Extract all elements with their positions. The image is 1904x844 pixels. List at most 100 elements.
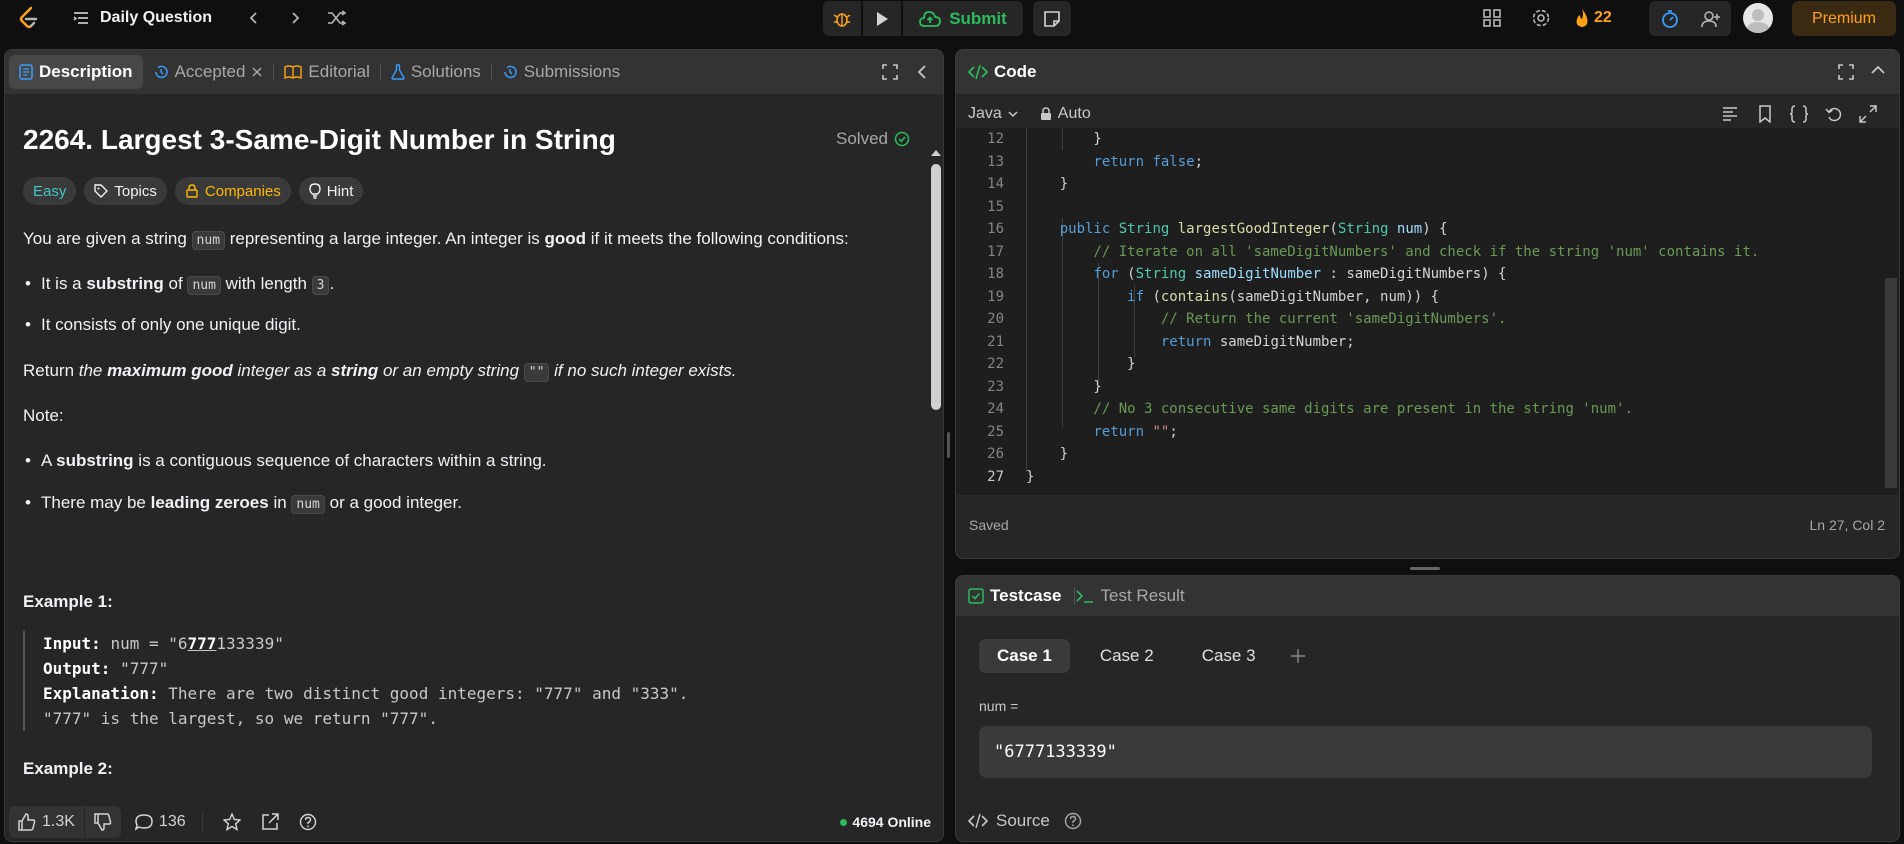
code-text: } (1026, 446, 1069, 462)
example-output: Output: "777" (43, 656, 723, 681)
code-tab[interactable]: Code (968, 62, 1037, 82)
add-case-plus-icon[interactable] (1290, 648, 1306, 664)
saved-status: Saved (969, 517, 1009, 533)
param-input[interactable]: "6777133339" (979, 726, 1872, 778)
next-problem-button[interactable] (283, 6, 307, 30)
daily-question-button[interactable]: Daily Question (72, 7, 212, 29)
reset-undo-icon[interactable] (1825, 105, 1843, 123)
condition-item: It is a substring of num with length 3. (23, 272, 334, 298)
code-header: Code (956, 50, 1899, 94)
fire-icon (1574, 8, 1590, 28)
add-friend-icon[interactable] (1690, 1, 1731, 36)
code-editor[interactable]: 12 } 13 return false; 14 } 15 16 public … (956, 128, 1899, 495)
maximize-icon[interactable] (1837, 63, 1855, 81)
topics-tag[interactable]: Topics (84, 177, 167, 205)
bookmark-icon[interactable] (1757, 105, 1773, 123)
description-scrollbar[interactable] (930, 148, 941, 841)
note-item: A substring is a contiguous sequence of … (23, 449, 547, 473)
layout-grid-icon[interactable] (1480, 6, 1504, 30)
code-text: } (1026, 176, 1069, 192)
help-question-icon[interactable] (299, 813, 317, 831)
chevron-up-icon[interactable] (1869, 63, 1887, 77)
return-text: integer as a (232, 361, 332, 380)
curly-braces-icon[interactable] (1789, 105, 1809, 123)
case-tab-3[interactable]: Case 3 (1184, 639, 1274, 673)
companies-tag[interactable]: Companies (174, 177, 291, 205)
language-label: Java (968, 104, 1002, 122)
line-number: 17 (987, 243, 1004, 260)
play-icon (874, 11, 890, 27)
checkbox-check-icon (968, 588, 984, 604)
code-text: return false; (1093, 153, 1204, 170)
code-text: // Iterate on all 'sameDigitNumbers' and… (1026, 243, 1760, 260)
comments-button[interactable]: 136 (134, 813, 186, 831)
auto-mode-toggle[interactable]: Auto (1040, 105, 1091, 123)
note-text: A (41, 451, 57, 470)
note-item: There may be leading zeroes in num or a … (23, 491, 462, 517)
tab-test-result[interactable]: Test Result (1075, 586, 1185, 606)
like-button[interactable]: 1.3K (9, 806, 84, 838)
input-value: 133339" (216, 634, 284, 653)
run-button[interactable] (863, 1, 901, 36)
code-brackets-icon (968, 813, 988, 829)
vote-group: 1.3K (9, 806, 121, 838)
online-count: 4694 Online (840, 814, 931, 830)
code-text: public String largestGoodInteger(String … (1059, 221, 1448, 237)
case-tabs: Case 1 Case 2 Case 3 (979, 639, 1306, 673)
top-navbar: Daily Question Submit 22 Premium (0, 0, 1904, 36)
hint-tag[interactable]: Hint (298, 177, 364, 205)
inline-code: 3 (311, 276, 330, 295)
return-text: Return (23, 361, 79, 380)
premium-button[interactable]: Premium (1792, 1, 1896, 36)
description-footer: 1.3K 136 4694 Online (5, 802, 943, 841)
line-number: 25 (987, 423, 1004, 440)
testcase-label: Testcase (990, 586, 1062, 605)
code-line: 26 } (956, 443, 1899, 466)
streak-counter[interactable]: 22 (1574, 6, 1612, 30)
auto-label: Auto (1057, 104, 1091, 122)
scrollbar-thumb[interactable] (931, 164, 941, 410)
return-text: or an empty string (378, 361, 524, 380)
code-line: 20 // Return the current 'sameDigitNumbe… (956, 308, 1899, 331)
vertical-resize-handle[interactable] (947, 432, 950, 458)
source-link[interactable]: Source (968, 811, 1082, 831)
case-tab-1[interactable]: Case 1 (979, 639, 1070, 673)
line-number: 13 (987, 153, 1004, 170)
notes-button[interactable] (1033, 1, 1071, 36)
note-text: or a good integer. (324, 493, 462, 512)
format-lines-icon[interactable] (1721, 105, 1739, 123)
bold-term: substring (56, 451, 134, 470)
return-text: if no such integer exists. (549, 361, 737, 380)
like-count: 1.3K (42, 813, 75, 830)
code-text: // Return the current 'sameDigitNumbers'… (1026, 311, 1507, 327)
help-question-icon[interactable] (1064, 812, 1082, 830)
horizontal-resize-handle[interactable] (1410, 567, 1440, 570)
expand-arrows-icon[interactable] (1859, 105, 1877, 123)
submit-button[interactable]: Submit (903, 1, 1023, 36)
check-circle-icon (894, 131, 910, 147)
code-line: 17 // Iterate on all 'sameDigitNumbers' … (956, 241, 1899, 264)
share-external-icon[interactable] (261, 813, 279, 831)
difficulty-badge: Easy (23, 177, 77, 205)
settings-gear-icon[interactable] (1529, 6, 1553, 30)
tab-testcase[interactable]: Testcase (968, 586, 1062, 606)
shuffle-icon[interactable] (325, 6, 349, 30)
terminal-icon (1075, 588, 1095, 604)
line-number: 27 (987, 468, 1004, 485)
problem-title[interactable]: 2264. Largest 3-Same-Digit Number in Str… (23, 124, 616, 156)
example-1-title: Example 1: (23, 592, 113, 611)
dislike-button[interactable] (83, 806, 121, 838)
param-label: num = (979, 698, 1019, 714)
code-text: return sameDigitNumber; (1160, 333, 1355, 350)
favorite-star-icon[interactable] (222, 813, 241, 831)
case-tab-2[interactable]: Case 2 (1082, 639, 1172, 673)
debug-button[interactable] (823, 1, 861, 36)
prev-problem-button[interactable] (242, 6, 266, 30)
timer-icon[interactable] (1649, 1, 1690, 36)
leetcode-logo-icon[interactable] (16, 5, 42, 31)
editor-scrollbar-thumb[interactable] (1885, 278, 1897, 488)
code-line: 21 return sameDigitNumber; (956, 331, 1899, 354)
return-text: the (78, 361, 108, 380)
user-avatar[interactable] (1743, 3, 1773, 33)
language-select[interactable]: Java (968, 105, 1020, 123)
